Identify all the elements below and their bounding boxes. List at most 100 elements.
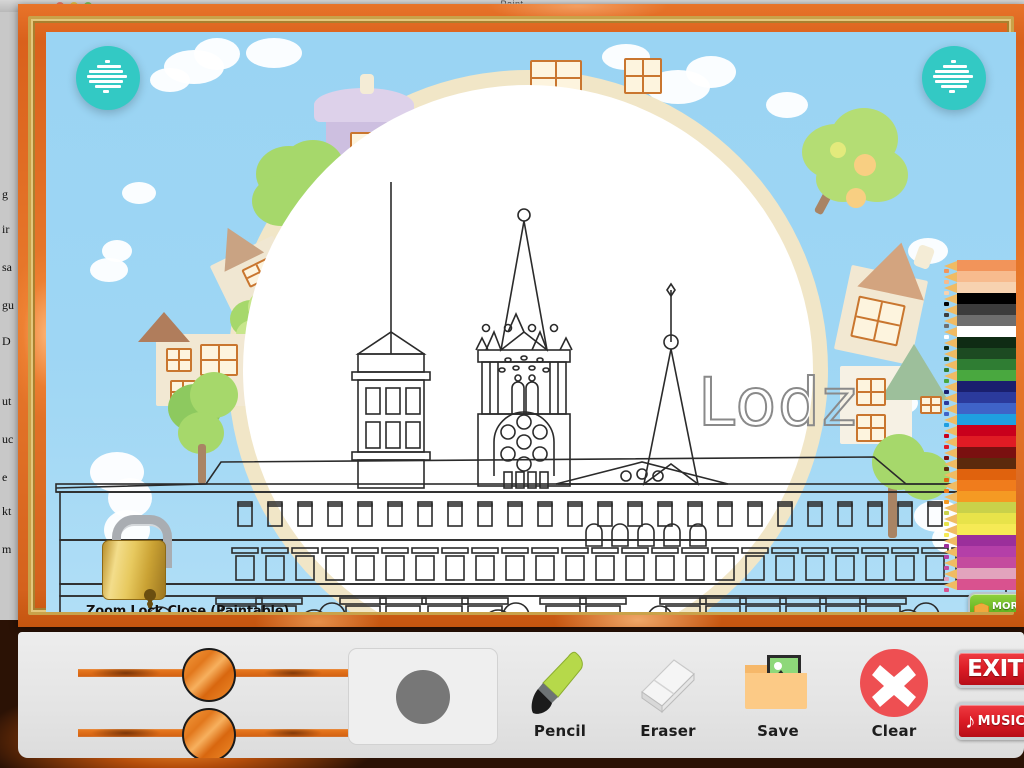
paintbrush-icon <box>530 646 590 720</box>
stacked-lines-icon <box>87 60 129 96</box>
pencil-lead <box>944 588 949 592</box>
pencil-tip-icon <box>944 502 957 515</box>
pencil-tip-icon <box>944 513 957 526</box>
more-games-button[interactable]: MORE GAMES <box>968 592 1016 612</box>
color-pencil[interactable] <box>944 524 1016 537</box>
doc-line: gu <box>2 298 14 312</box>
pencil-tip-icon <box>944 546 957 559</box>
pencil-tip-icon <box>944 557 957 570</box>
pencil-barrel <box>957 469 1016 480</box>
zoom-lock-label: Zoom Lock Close (Paintable) <box>86 604 290 612</box>
brush-size-slider[interactable] <box>78 648 358 702</box>
pencil-barrel <box>957 337 1016 348</box>
doc-line: D <box>2 334 11 348</box>
pencil-tip-icon <box>944 293 957 306</box>
color-pencil[interactable] <box>944 557 1016 570</box>
pencil-barrel <box>957 260 1016 271</box>
pencil-tip-icon <box>944 315 957 328</box>
color-pencil[interactable] <box>944 381 1016 394</box>
opacity-slider[interactable] <box>78 708 358 758</box>
pencil-barrel <box>957 524 1016 535</box>
color-pencil[interactable] <box>944 271 1016 284</box>
pencil-tip-icon <box>944 392 957 405</box>
color-pencil[interactable] <box>944 458 1016 471</box>
color-pencil[interactable] <box>944 502 1016 515</box>
folder-picture-icon <box>741 646 815 720</box>
color-pencil[interactable] <box>944 403 1016 416</box>
pencil-barrel <box>957 425 1016 436</box>
doc-line: g <box>2 187 8 201</box>
color-pencil[interactable] <box>944 425 1016 438</box>
game-picture-frame: Lodz Zoom Lock Close (Paintable) MOR <box>18 4 1024 627</box>
color-pencil[interactable] <box>944 337 1016 350</box>
pencil-tip-icon <box>944 326 957 339</box>
coloring-canvas[interactable]: Lodz Zoom Lock Close (Paintable) MOR <box>46 32 1016 612</box>
pencil-barrel <box>957 513 1016 524</box>
red-x-circle-icon <box>859 646 929 720</box>
pencil-tip-icon <box>944 271 957 284</box>
pencil-tip-icon <box>944 304 957 317</box>
pencil-barrel <box>957 392 1016 403</box>
shield-icon <box>974 603 989 612</box>
city-name-outline: Lodz <box>697 363 859 442</box>
menu-button-left[interactable] <box>76 46 140 110</box>
pencil-barrel <box>957 282 1016 293</box>
pencil-tool-label: Pencil <box>533 722 587 740</box>
pencil-tip-icon <box>944 403 957 416</box>
pencil-tip-icon <box>944 370 957 383</box>
color-pencil[interactable] <box>944 436 1016 449</box>
save-tool[interactable]: Save <box>726 646 830 750</box>
color-pencil[interactable] <box>944 348 1016 361</box>
pencil-barrel <box>957 447 1016 458</box>
pencil-tool[interactable]: Pencil <box>508 646 612 750</box>
color-pencil[interactable] <box>944 359 1016 372</box>
color-pencil[interactable] <box>944 414 1016 427</box>
clear-tool[interactable]: Clear <box>842 646 946 750</box>
color-pencil[interactable] <box>944 260 1016 273</box>
pencil-barrel <box>957 458 1016 469</box>
pencil-tip-icon <box>944 480 957 493</box>
pencil-tip-icon <box>944 579 957 592</box>
color-pencil[interactable] <box>944 370 1016 383</box>
doc-line: e <box>2 470 8 484</box>
music-button[interactable]: ♪ MUSIC <box>956 702 1024 740</box>
color-pencil[interactable] <box>944 480 1016 493</box>
pencil-tip-icon <box>944 491 957 504</box>
color-palette[interactable] <box>944 260 1016 592</box>
color-pencil[interactable] <box>944 293 1016 306</box>
zoom-lock-control[interactable]: Zoom Lock Close (Paintable) <box>86 512 316 612</box>
pencil-barrel <box>957 403 1016 414</box>
pencil-barrel <box>957 436 1016 447</box>
doc-line: ir <box>2 222 10 236</box>
music-button-label: MUSIC <box>977 713 1024 729</box>
color-pencil[interactable] <box>944 392 1016 405</box>
color-pencil[interactable] <box>944 315 1016 328</box>
color-pencil[interactable] <box>944 447 1016 460</box>
color-pencil[interactable] <box>944 326 1016 339</box>
color-pencil[interactable] <box>944 568 1016 581</box>
pencil-tip-icon <box>944 337 957 350</box>
pencil-barrel <box>957 568 1016 579</box>
eraser-tool[interactable]: Eraser <box>616 646 720 750</box>
pencil-barrel <box>957 326 1016 337</box>
pencil-tip-icon <box>944 469 957 482</box>
color-pencil[interactable] <box>944 491 1016 504</box>
pencil-tip-icon <box>944 348 957 361</box>
pencil-barrel <box>957 579 1016 590</box>
exit-button[interactable]: EXIT <box>956 650 1024 688</box>
color-pencil[interactable] <box>944 535 1016 548</box>
pencil-barrel <box>957 315 1016 326</box>
slider-knob[interactable] <box>182 648 236 702</box>
color-pencil[interactable] <box>944 282 1016 295</box>
clear-tool-label: Clear <box>871 722 917 740</box>
color-pencil[interactable] <box>944 469 1016 482</box>
color-pencil[interactable] <box>944 304 1016 317</box>
color-pencil[interactable] <box>944 579 1016 592</box>
doc-line: uc <box>2 432 14 446</box>
color-pencil[interactable] <box>944 546 1016 559</box>
stacked-lines-icon <box>933 60 975 96</box>
exit-button-label: EXIT <box>967 656 1023 682</box>
menu-button-right[interactable] <box>922 46 986 110</box>
color-pencil[interactable] <box>944 513 1016 526</box>
slider-knob[interactable] <box>182 708 236 758</box>
